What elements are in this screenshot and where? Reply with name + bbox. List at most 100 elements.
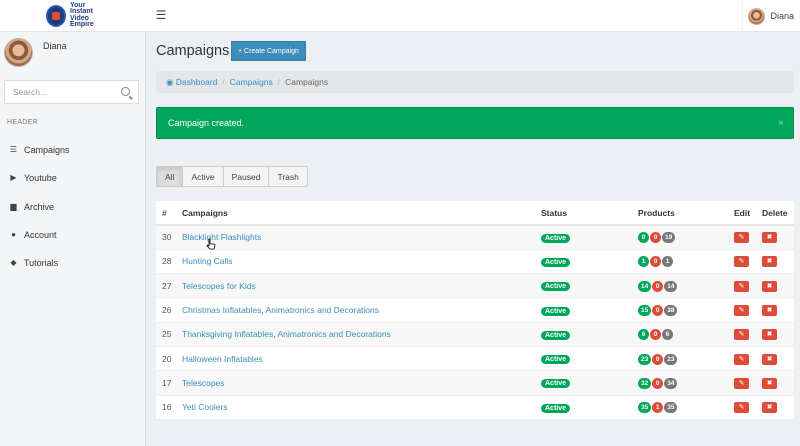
products-active-badge: 15 [638,305,652,317]
campaign-link[interactable]: Thanksgiving Inflatables, Animatronics a… [182,329,391,339]
sidebar-item-tutorials[interactable]: ◆ Tutorials [0,249,146,277]
delete-icon[interactable]: ✖ [762,377,777,389]
filter-paused[interactable]: Paused [222,166,270,187]
sidebar-avatar [4,38,33,67]
edit-icon[interactable]: ✎ [734,329,749,341]
products-active-badge: 0 [638,232,649,244]
table-row: 28 Hunting Calls Active 1 0 1 ✎ ✖ [156,248,794,274]
products-total-badge: 38 [664,305,678,317]
campaign-link[interactable]: Hunting Calls [182,256,233,266]
status-badge: Active [541,403,571,413]
edit-icon[interactable]: ✎ [734,256,749,268]
dashboard-icon: ◉ [166,76,176,87]
menu-toggle-icon[interactable]: ☰ [154,8,168,22]
sidebar-item-youtube[interactable]: ▶ Youtube [0,164,146,192]
search-input[interactable] [5,87,115,97]
campaign-id: 28 [156,248,182,274]
sidebar-user-name: Diana [43,41,67,51]
edit-icon[interactable]: ✎ [734,377,749,389]
logo-text: Your Instant Video Empire [70,1,94,28]
column-header-delete: Delete [762,201,794,226]
column-header-products: Products [638,201,734,226]
main-content: Campaigns + Create Campaign ◉ Dashboard … [146,32,800,446]
page-title: Campaigns [156,43,230,59]
sidebar-item-campaigns[interactable]: ☰ Campaigns [0,136,146,164]
breadcrumb-campaigns[interactable]: Campaigns [230,77,273,87]
campaign-link[interactable]: Telescopes for Kids [182,281,256,291]
products-error-badge: 0 [650,232,661,244]
logo-image [46,4,66,27]
table-row: 25 Thanksgiving Inflatables, Animatronics… [156,321,794,347]
sidebar-item-account[interactable]: ● Account [0,221,146,249]
sidebar-nav: ☰ Campaigns ▶ Youtube ▆ Archive ● Accoun… [0,136,146,277]
sidebar: Diana HEADER ☰ Campaigns ▶ Youtube ▆ Arc… [0,32,146,446]
filter-active[interactable]: Active [182,166,224,187]
close-icon[interactable]: × [778,118,784,129]
youtube-icon: ▶ [10,173,17,183]
delete-icon[interactable]: ✖ [762,402,777,414]
products-active-badge: 1 [638,256,649,268]
delete-icon[interactable]: ✖ [762,232,777,244]
delete-icon[interactable]: ✖ [762,305,777,317]
breadcrumb-dashboard[interactable]: ◉ Dashboard [166,77,217,88]
campaigns-table: # Campaigns Status Products Edit Delete … [156,201,794,420]
breadcrumb-separator: / [277,77,281,87]
products-error-badge: 0 [652,305,664,317]
table-row: 16 Yeti Coolers Active 35 1 35 ✎ ✖ [156,394,794,420]
success-alert: Campaign created. × [156,107,794,139]
status-badge: Active [541,330,571,340]
campaign-link[interactable]: Halloween Inflatables [182,354,263,364]
status-filter-group: All Active Paused Trash [156,166,308,187]
logo[interactable]: Your Instant Video Empire [0,0,146,32]
column-header-num: # [156,201,182,226]
graduation-cap-icon: ◆ [10,258,17,268]
sidebar-search [4,80,139,104]
edit-icon[interactable]: ✎ [734,353,749,365]
table-row: 20 Halloween Inflatables Active 23 0 23 ✎ ✖ [156,345,794,371]
campaign-id: 27 [156,273,182,298]
delete-icon[interactable]: ✖ [762,329,777,341]
create-campaign-button[interactable]: + Create Campaign [231,41,306,61]
status-badge: Active [541,306,571,316]
products-total-badge: 23 [664,353,678,365]
avatar [748,7,766,25]
campaign-id: 20 [156,345,182,371]
campaign-id: 16 [156,394,182,420]
edit-icon[interactable]: ✎ [734,280,749,292]
products-error-badge: 0 [650,329,661,341]
products-error-badge: 1 [652,402,664,414]
campaign-link[interactable]: Telescopes [182,378,225,388]
status-badge: Active [541,257,571,267]
products-error-badge: 0 [650,256,661,268]
user-menu[interactable]: Diana [742,0,800,32]
campaign-id: 25 [156,321,182,347]
filter-all[interactable]: All [156,166,184,187]
delete-icon[interactable]: ✖ [762,353,777,365]
breadcrumb-current: Campaigns [285,77,329,87]
campaign-link[interactable]: Christmas Inflatables, Animatronics and … [182,305,379,315]
filter-trash[interactable]: Trash [268,166,308,187]
products-total-badge: 1 [662,256,673,268]
edit-icon[interactable]: ✎ [734,305,749,317]
table-row: 26 Christmas Inflatables, Animatronics an… [156,297,794,323]
column-header-edit: Edit [734,201,762,226]
sidebar-item-archive[interactable]: ▆ Archive [0,193,146,221]
mouse-cursor-icon [206,238,216,250]
products-total-badge: 14 [664,280,678,292]
campaign-link[interactable]: Yeti Coolers [182,402,228,412]
edit-icon[interactable]: ✎ [734,232,749,244]
alert-message: Campaign created. [168,118,245,128]
table-row: 17 Telescopes Active 32 0 34 ✎ ✖ [156,370,794,396]
products-total-badge: 34 [664,377,678,389]
products-total-badge: 6 [662,329,673,341]
delete-icon[interactable]: ✖ [762,280,777,292]
delete-icon[interactable]: ✖ [762,256,777,268]
products-total-badge: 35 [664,402,678,414]
campaign-link[interactable]: Blacklight Flashlights [182,232,261,242]
table-row: 30 Blacklight Flashlights Active 0 0 19 ✎ ✖ [156,224,794,250]
search-icon[interactable] [121,87,130,96]
campaign-id: 26 [156,297,182,323]
archive-icon: ▆ [10,201,17,211]
edit-icon[interactable]: ✎ [734,402,749,414]
sidebar-user-panel: Diana [4,38,67,67]
